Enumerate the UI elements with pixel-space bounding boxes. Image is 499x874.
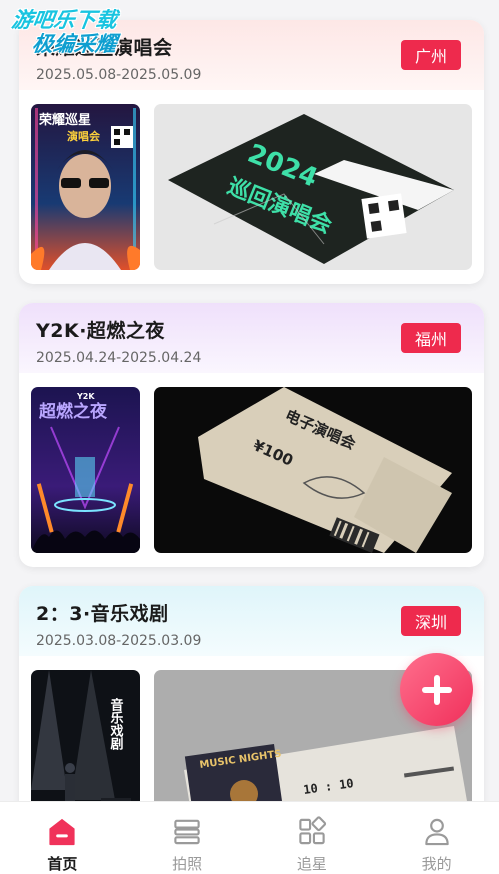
ticket-photo[interactable]: 电子演唱会 ¥100 — [154, 387, 472, 553]
ticket-photo[interactable]: 2024 巡回演唱会 — [154, 104, 472, 270]
watermark-line2: 极编采耀 — [30, 32, 118, 56]
tab-follow[interactable]: 追星 — [250, 802, 375, 874]
camera-icon — [174, 819, 200, 845]
poster-title: 荣耀巡星 — [38, 112, 91, 128]
event-date: 2025.04.24-2025.04.24 — [36, 350, 202, 366]
event-date: 2025.05.08-2025.05.09 — [36, 67, 202, 83]
event-date: 2025.03.08-2025.03.09 — [36, 633, 202, 649]
tab-label: 拍照 — [172, 855, 203, 873]
poster-tag: Y2K — [76, 392, 95, 401]
event-card[interactable]: Y2K·超燃之夜 2025.04.24-2025.04.24 福州 Y2K 超燃… — [19, 303, 484, 567]
event-title: Y2K·超燃之夜 — [36, 320, 165, 342]
tab-label: 首页 — [47, 855, 78, 873]
tab-home[interactable]: 首页 — [0, 802, 125, 874]
tab-profile[interactable]: 我的 — [374, 802, 499, 874]
grid-icon — [299, 816, 326, 845]
event-poster[interactable]: 荣耀巡星 演唱会 — [31, 104, 140, 270]
poster-title: 音乐戏剧 — [108, 697, 125, 751]
event-card[interactable]: 荣耀巡星演唱会 2025.05.08-2025.05.09 广州 荣耀巡星 演唱… — [19, 20, 484, 284]
watermark-logo: 游吧乐下载 极编采耀 — [7, 8, 122, 56]
event-title: 2：3·音乐戏剧 — [36, 603, 169, 625]
tab-camera[interactable]: 拍照 — [125, 802, 250, 874]
home-icon — [49, 818, 75, 846]
poster-title: 超燃之夜 — [39, 401, 108, 422]
tab-label: 我的 — [421, 855, 452, 873]
add-button[interactable] — [400, 653, 473, 726]
city-badge[interactable]: 福州 — [401, 323, 461, 353]
plus-icon — [421, 674, 452, 705]
bottom-tab-bar: 首页 拍照 追星 我的 — [0, 801, 499, 874]
watermark-line1: 游吧乐下载 — [10, 8, 119, 32]
user-icon — [424, 818, 449, 846]
poster-subtitle: 演唱会 — [67, 129, 101, 143]
event-poster[interactable]: Y2K 超燃之夜 — [31, 387, 140, 553]
city-badge[interactable]: 广州 — [401, 40, 461, 70]
city-badge[interactable]: 深圳 — [401, 606, 461, 636]
tab-label: 追星 — [296, 855, 327, 873]
